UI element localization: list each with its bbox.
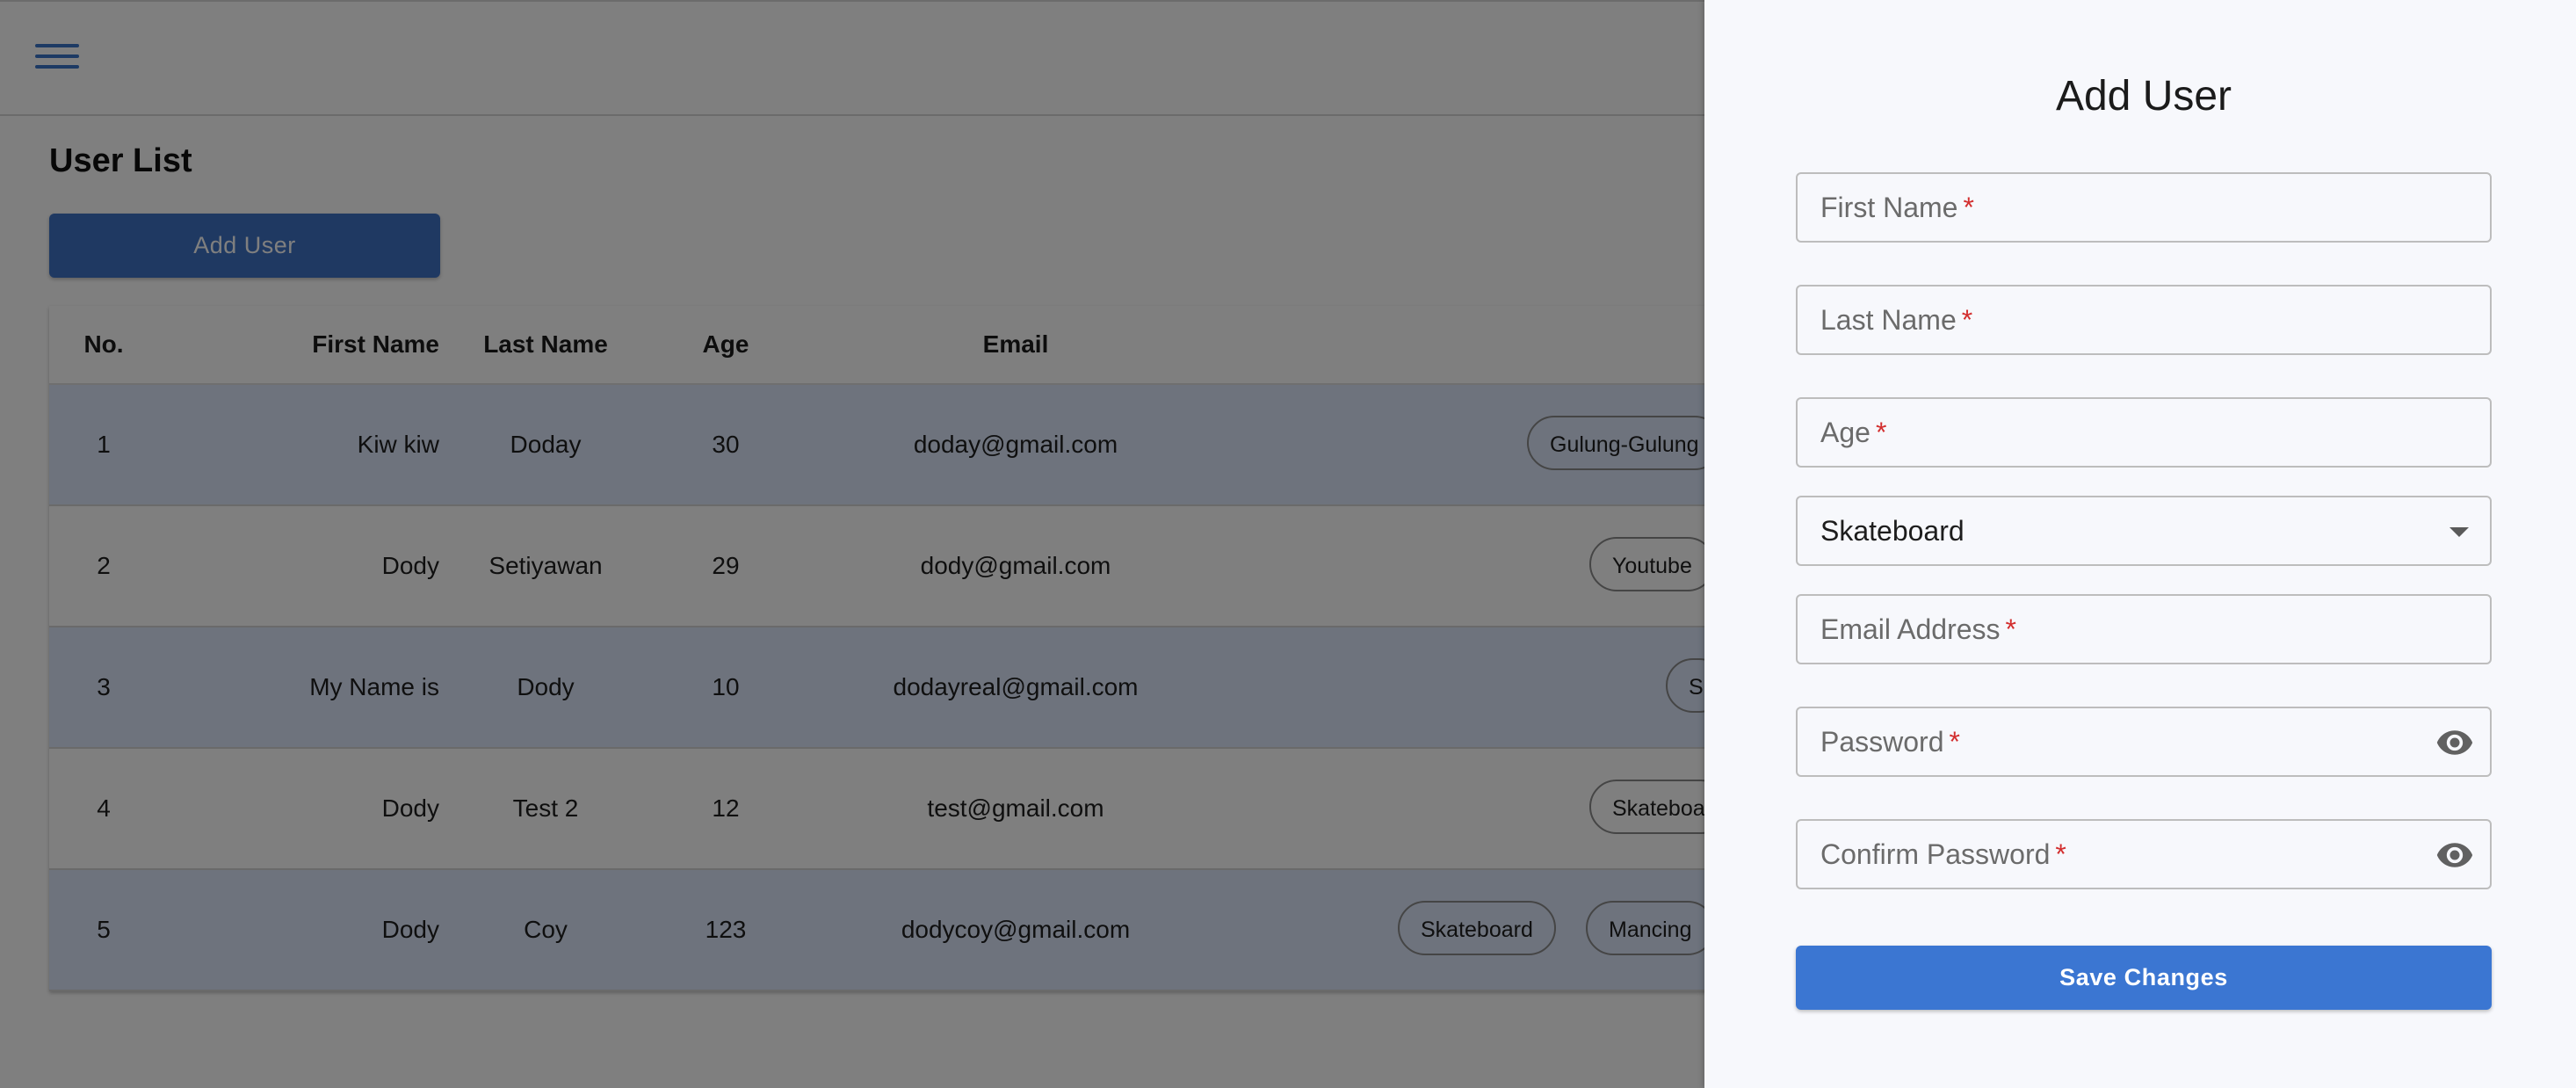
dropdown-caret-icon: [2449, 527, 2469, 537]
required-asterisk: *: [1961, 304, 1973, 336]
required-asterisk: *: [1949, 726, 1960, 758]
drawer-title: Add User: [2055, 73, 2232, 120]
age-field[interactable]: Age *: [1796, 397, 2492, 468]
hobby-select[interactable]: Skateboard: [1796, 496, 2492, 566]
confirm-password-field[interactable]: Confirm Password *: [1796, 819, 2492, 889]
age-label: Age *: [1820, 417, 1887, 448]
first-name-field[interactable]: First Name *: [1796, 172, 2492, 243]
eye-icon[interactable]: [2435, 836, 2474, 874]
password-label: Password *: [1820, 726, 1960, 758]
save-changes-button[interactable]: Save Changes: [1796, 946, 2492, 1010]
confirm-password-label: Confirm Password *: [1820, 838, 2066, 870]
email-label: Email Address *: [1820, 613, 2016, 645]
password-field[interactable]: Password *: [1796, 707, 2492, 777]
email-field[interactable]: Email Address *: [1796, 594, 2492, 664]
add-user-drawer: Add User First Name * Last Name * Age * Ska…: [1704, 0, 2576, 1088]
required-asterisk: *: [1875, 417, 1887, 448]
first-name-label: First Name *: [1820, 192, 1974, 223]
required-asterisk: *: [2005, 613, 2016, 645]
hobby-select-value: Skateboard: [1820, 515, 1965, 547]
required-asterisk: *: [1963, 192, 1974, 223]
eye-icon[interactable]: [2435, 723, 2474, 762]
required-asterisk: *: [2055, 838, 2066, 870]
last-name-field[interactable]: Last Name *: [1796, 285, 2492, 355]
last-name-label: Last Name *: [1820, 304, 1973, 336]
